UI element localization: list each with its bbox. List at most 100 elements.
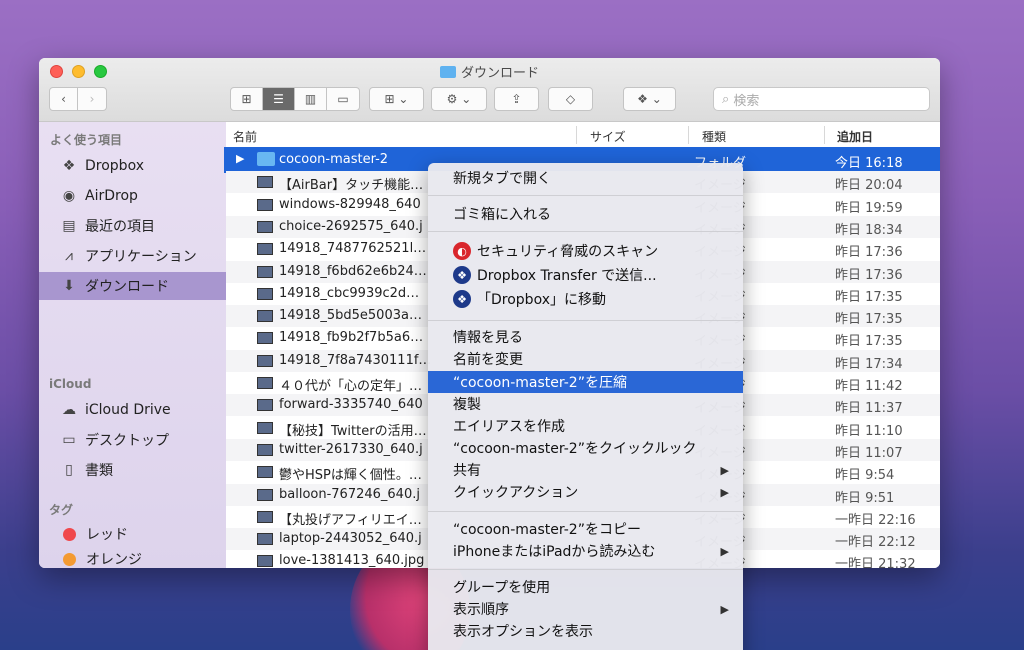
menu-item-compress[interactable]: “cocoon-master-2”を圧縮 [428, 371, 743, 393]
menu-item-import-from-iphone[interactable]: iPhoneまたはiPadから読み込む ▶ [428, 540, 743, 562]
menu-item-label: エイリアスを作成 [453, 419, 565, 435]
file-date-added: 昨日 20:04 [835, 178, 903, 194]
menu-item-duplicate[interactable]: 複製 [428, 393, 743, 415]
sidebar-item-downloads[interactable]: ⬇ ダウンロード [39, 272, 226, 300]
image-thumbnail-icon [257, 220, 273, 233]
tags-button[interactable]: ◇ [548, 87, 593, 111]
image-thumbnail-icon [257, 354, 273, 367]
recent-icon: ▤ [62, 218, 76, 234]
menu-item-quick-actions[interactable]: クイックアクション ▶ [428, 481, 743, 503]
menu-item-rename[interactable]: 名前を変更 [428, 348, 743, 370]
window-title-text: ダウンロード [460, 66, 539, 81]
desktop-icon: ▭ [62, 432, 76, 448]
sidebar: よく使う項目 ❖ Dropbox ◉ AirDrop ▤ 最近の項目 ⩘ アプリケーショ… [39, 122, 226, 568]
list-view-button[interactable]: ☰ [263, 88, 295, 110]
date-column-header[interactable]: 追加日 [837, 128, 873, 145]
menu-item-move-to-trash[interactable]: ゴミ箱に入れる [428, 203, 743, 225]
action-button[interactable]: ⚙ ⌄ [431, 87, 487, 111]
sidebar-item-recents[interactable]: ▤ 最近の項目 [39, 212, 226, 240]
column-divider [824, 126, 825, 144]
image-thumbnail-icon [257, 488, 273, 501]
back-button[interactable]: ‹ [50, 88, 79, 110]
file-date-added: 昨日 18:34 [835, 222, 903, 238]
sidebar-item-applications[interactable]: ⩘ アプリケーション [39, 242, 226, 270]
sidebar-tag-orange[interactable]: オレンジ [39, 550, 226, 568]
size-column-header[interactable]: サイズ [590, 128, 626, 145]
menu-item-security-scan[interactable]: ◐ セキュリティ脅威のスキャン [428, 240, 743, 262]
gallery-view-button[interactable]: ▭ [327, 88, 359, 110]
menu-item-copy[interactable]: “cocoon-master-2”をコピー [428, 518, 743, 540]
menu-item-share[interactable]: 共有 ▶ [428, 459, 743, 481]
image-thumbnail-icon [257, 198, 273, 211]
menu-item-sort-by[interactable]: 表示順序 ▶ [428, 598, 743, 620]
menu-item-label: “cocoon-master-2”をクイックルック [453, 441, 697, 457]
menu-item-label: 表示オプションを表示 [453, 624, 593, 640]
menu-item-get-info[interactable]: 情報を見る [428, 326, 743, 348]
submenu-arrow-icon: ▶ [720, 463, 729, 477]
sidebar-item-icloud-drive[interactable]: ☁ iCloud Drive [39, 396, 226, 424]
file-date-added: 一昨日 22:16 [835, 512, 916, 528]
sidebar-tag-red[interactable]: レッド [39, 520, 226, 548]
icon-view-button[interactable]: ⊞ [231, 88, 263, 110]
column-view-button[interactable]: ▥ [295, 88, 327, 110]
share-button[interactable]: ⇪ [494, 87, 539, 111]
menu-item-move-to-dropbox[interactable]: ❖ 「Dropbox」に移動 [428, 288, 743, 310]
file-date-added: 昨日 9:54 [835, 468, 895, 484]
forward-button[interactable]: › [78, 88, 106, 110]
group-button[interactable]: ⊞ ⌄ [369, 87, 424, 111]
image-thumbnail-icon [257, 555, 273, 568]
documents-icon: ▯ [65, 462, 73, 478]
sidebar-item-desktop[interactable]: ▭ デスクトップ [39, 426, 226, 454]
file-date-added: 昨日 11:07 [835, 445, 903, 461]
context-menu: 新規タブで開く ゴミ箱に入れる ◐ セキュリティ脅威のスキャン ❖ Dropbox … [428, 163, 743, 650]
image-thumbnail-icon [257, 332, 273, 345]
sidebar-item-documents[interactable]: ▯ 書類 [39, 456, 226, 484]
menu-item-quick-look[interactable]: “cocoon-master-2”をクイックルック [428, 437, 743, 459]
chevron-down-icon: ⌄ [651, 92, 662, 106]
menu-item-label: 名前を変更 [453, 352, 523, 368]
menu-item-label: グループを使用 [453, 580, 551, 596]
file-date-added: 今日 16:18 [835, 156, 903, 171]
menu-item-show-view-options[interactable]: 表示オプションを表示 [428, 620, 743, 642]
folder-icon [257, 152, 275, 166]
menu-separator [428, 231, 743, 232]
image-thumbnail-icon [257, 377, 273, 389]
menu-item-label: “cocoon-master-2”を圧縮 [453, 375, 627, 391]
file-date-added: 昨日 17:35 [835, 312, 903, 328]
menu-item-dropbox-transfer[interactable]: ❖ Dropbox Transfer で送信... [428, 264, 743, 286]
image-thumbnail-icon [257, 243, 273, 256]
sidebar-item-label: AirDrop [85, 188, 138, 204]
file-date-added: 昨日 11:37 [835, 401, 903, 417]
menu-item-label: 共有 [453, 463, 481, 479]
image-thumbnail-icon [257, 510, 273, 523]
file-date-added: 昨日 17:36 [835, 245, 903, 261]
favorites-header: よく使う項目 [50, 133, 123, 147]
column-header: 名前 サイズ 種類 追加日 [226, 122, 940, 148]
menu-item-label: iPhoneまたはiPadから読み込む [453, 544, 656, 560]
window-title: ダウンロード [39, 62, 940, 81]
image-thumbnail-icon [257, 176, 273, 189]
downloads-icon: ⬇ [63, 278, 75, 294]
kind-column-header[interactable]: 種類 [702, 128, 726, 145]
sidebar-item-airdrop[interactable]: ◉ AirDrop [39, 182, 226, 210]
file-date-added: 昨日 11:42 [835, 379, 903, 394]
sidebar-item-label: レッド [86, 527, 128, 543]
sidebar-item-dropbox[interactable]: ❖ Dropbox [39, 152, 226, 180]
image-thumbnail-icon [257, 443, 273, 456]
dropbox-button[interactable]: ❖ ⌄ [623, 87, 676, 111]
menu-item-make-alias[interactable]: エイリアスを作成 [428, 415, 743, 437]
menu-item-open-new-tab[interactable]: 新規タブで開く [428, 167, 743, 189]
image-thumbnail-icon [257, 533, 273, 546]
chevron-down-icon: ⌄ [461, 92, 472, 106]
sidebar-item-label: ダウンロード [85, 279, 169, 295]
airdrop-icon: ◉ [62, 188, 76, 204]
image-thumbnail-icon [257, 287, 273, 300]
name-column-header[interactable]: 名前 [233, 128, 257, 145]
chevron-down-icon: ⌄ [398, 92, 409, 106]
disclosure-triangle-icon[interactable]: ▶ [236, 152, 244, 165]
menu-item-use-groups[interactable]: グループを使用 [428, 576, 743, 598]
sidebar-item-label: デスクトップ [85, 433, 169, 449]
search-field[interactable]: ⌕ 検索 [713, 87, 930, 111]
menu-item-label: Dropbox Transfer で送信... [477, 268, 657, 284]
cloud-icon: ☁ [62, 402, 76, 418]
